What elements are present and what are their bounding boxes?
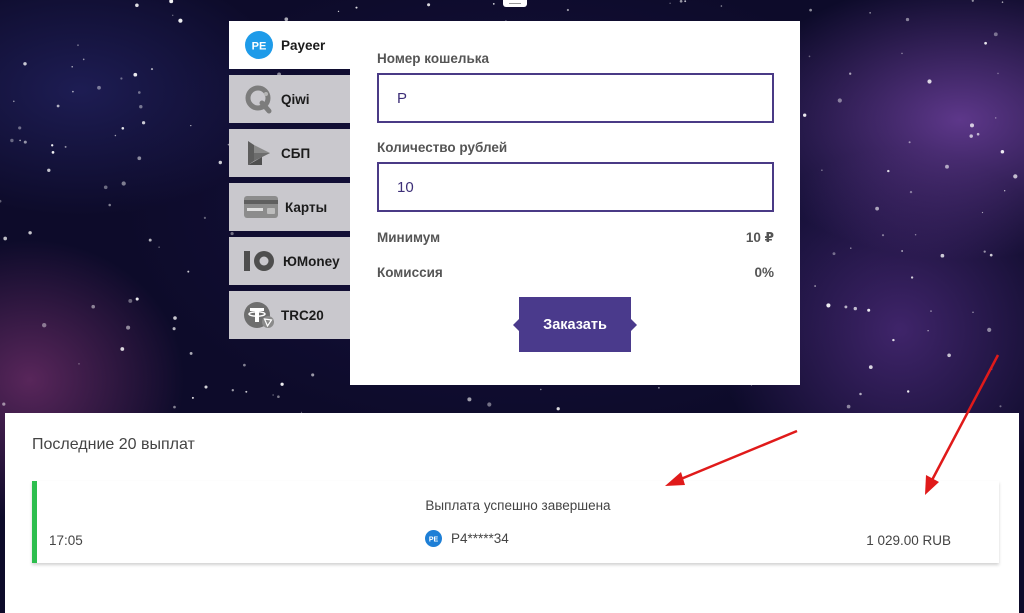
wallet-number-input[interactable]: P bbox=[377, 73, 774, 123]
method-tab-payeer[interactable]: PE Payeer bbox=[229, 21, 350, 69]
wallet-number-label: Номер кошелька bbox=[377, 51, 490, 66]
payment-method-list: PE Payeer Qiwi СБП Карты ЮMoney TRC20 bbox=[229, 21, 350, 345]
payout-time: 17:05 bbox=[49, 533, 83, 548]
sbp-icon bbox=[243, 137, 275, 169]
payeer-icon: PE bbox=[425, 530, 442, 547]
payout-wallet: PE P4*****34 bbox=[425, 530, 509, 547]
payout-status: Выплата успешно завершена bbox=[425, 498, 611, 513]
payeer-icon: PE bbox=[243, 29, 275, 61]
method-label: TRC20 bbox=[281, 307, 324, 323]
method-tab-cards[interactable]: Карты bbox=[229, 183, 350, 231]
tether-tron-icon bbox=[243, 299, 275, 331]
yoomoney-icon bbox=[243, 245, 277, 277]
svg-text:PE: PE bbox=[252, 41, 267, 53]
fee-label: Комиссия bbox=[377, 265, 443, 280]
svg-text:PE: PE bbox=[429, 537, 439, 544]
method-tab-trc20[interactable]: TRC20 bbox=[229, 291, 350, 339]
card-icon bbox=[243, 191, 279, 223]
payout-wallet-number: P4*****34 bbox=[451, 531, 509, 546]
method-label: ЮMoney bbox=[283, 253, 340, 269]
withdraw-form-panel: Номер кошелька P Количество рублей 10 Ми… bbox=[350, 21, 800, 385]
order-button[interactable]: Заказать bbox=[513, 297, 637, 352]
qiwi-icon bbox=[243, 83, 275, 115]
payouts-title: Последние 20 выплат bbox=[32, 436, 195, 453]
method-tab-sbp[interactable]: СБП bbox=[229, 129, 350, 177]
method-label: Payeer bbox=[281, 37, 326, 53]
method-tab-qiwi[interactable]: Qiwi bbox=[229, 75, 350, 123]
fee-value: 0% bbox=[754, 265, 774, 280]
minimum-value: 10 ₽ bbox=[745, 230, 774, 245]
rubles-amount-input[interactable]: 10 bbox=[377, 162, 774, 212]
method-tab-yoomoney[interactable]: ЮMoney bbox=[229, 237, 350, 285]
method-label: СБП bbox=[281, 145, 311, 161]
recent-payouts-section: Последние 20 выплат Выплата успешно заве… bbox=[5, 413, 1019, 613]
minimum-label: Минимум bbox=[377, 230, 441, 245]
minimum-row: Минимум 10 ₽ bbox=[377, 230, 774, 246]
rubles-amount-label: Количество рублей bbox=[377, 140, 508, 155]
payout-item: Выплата успешно завершена 17:05 PE P4***… bbox=[32, 481, 999, 563]
top-handle[interactable] bbox=[503, 0, 527, 7]
method-label: Qiwi bbox=[281, 91, 310, 107]
method-label: Карты bbox=[285, 199, 328, 215]
fee-row: Комиссия 0% bbox=[377, 265, 774, 280]
payout-amount: 1 029.00 RUB bbox=[866, 533, 951, 548]
